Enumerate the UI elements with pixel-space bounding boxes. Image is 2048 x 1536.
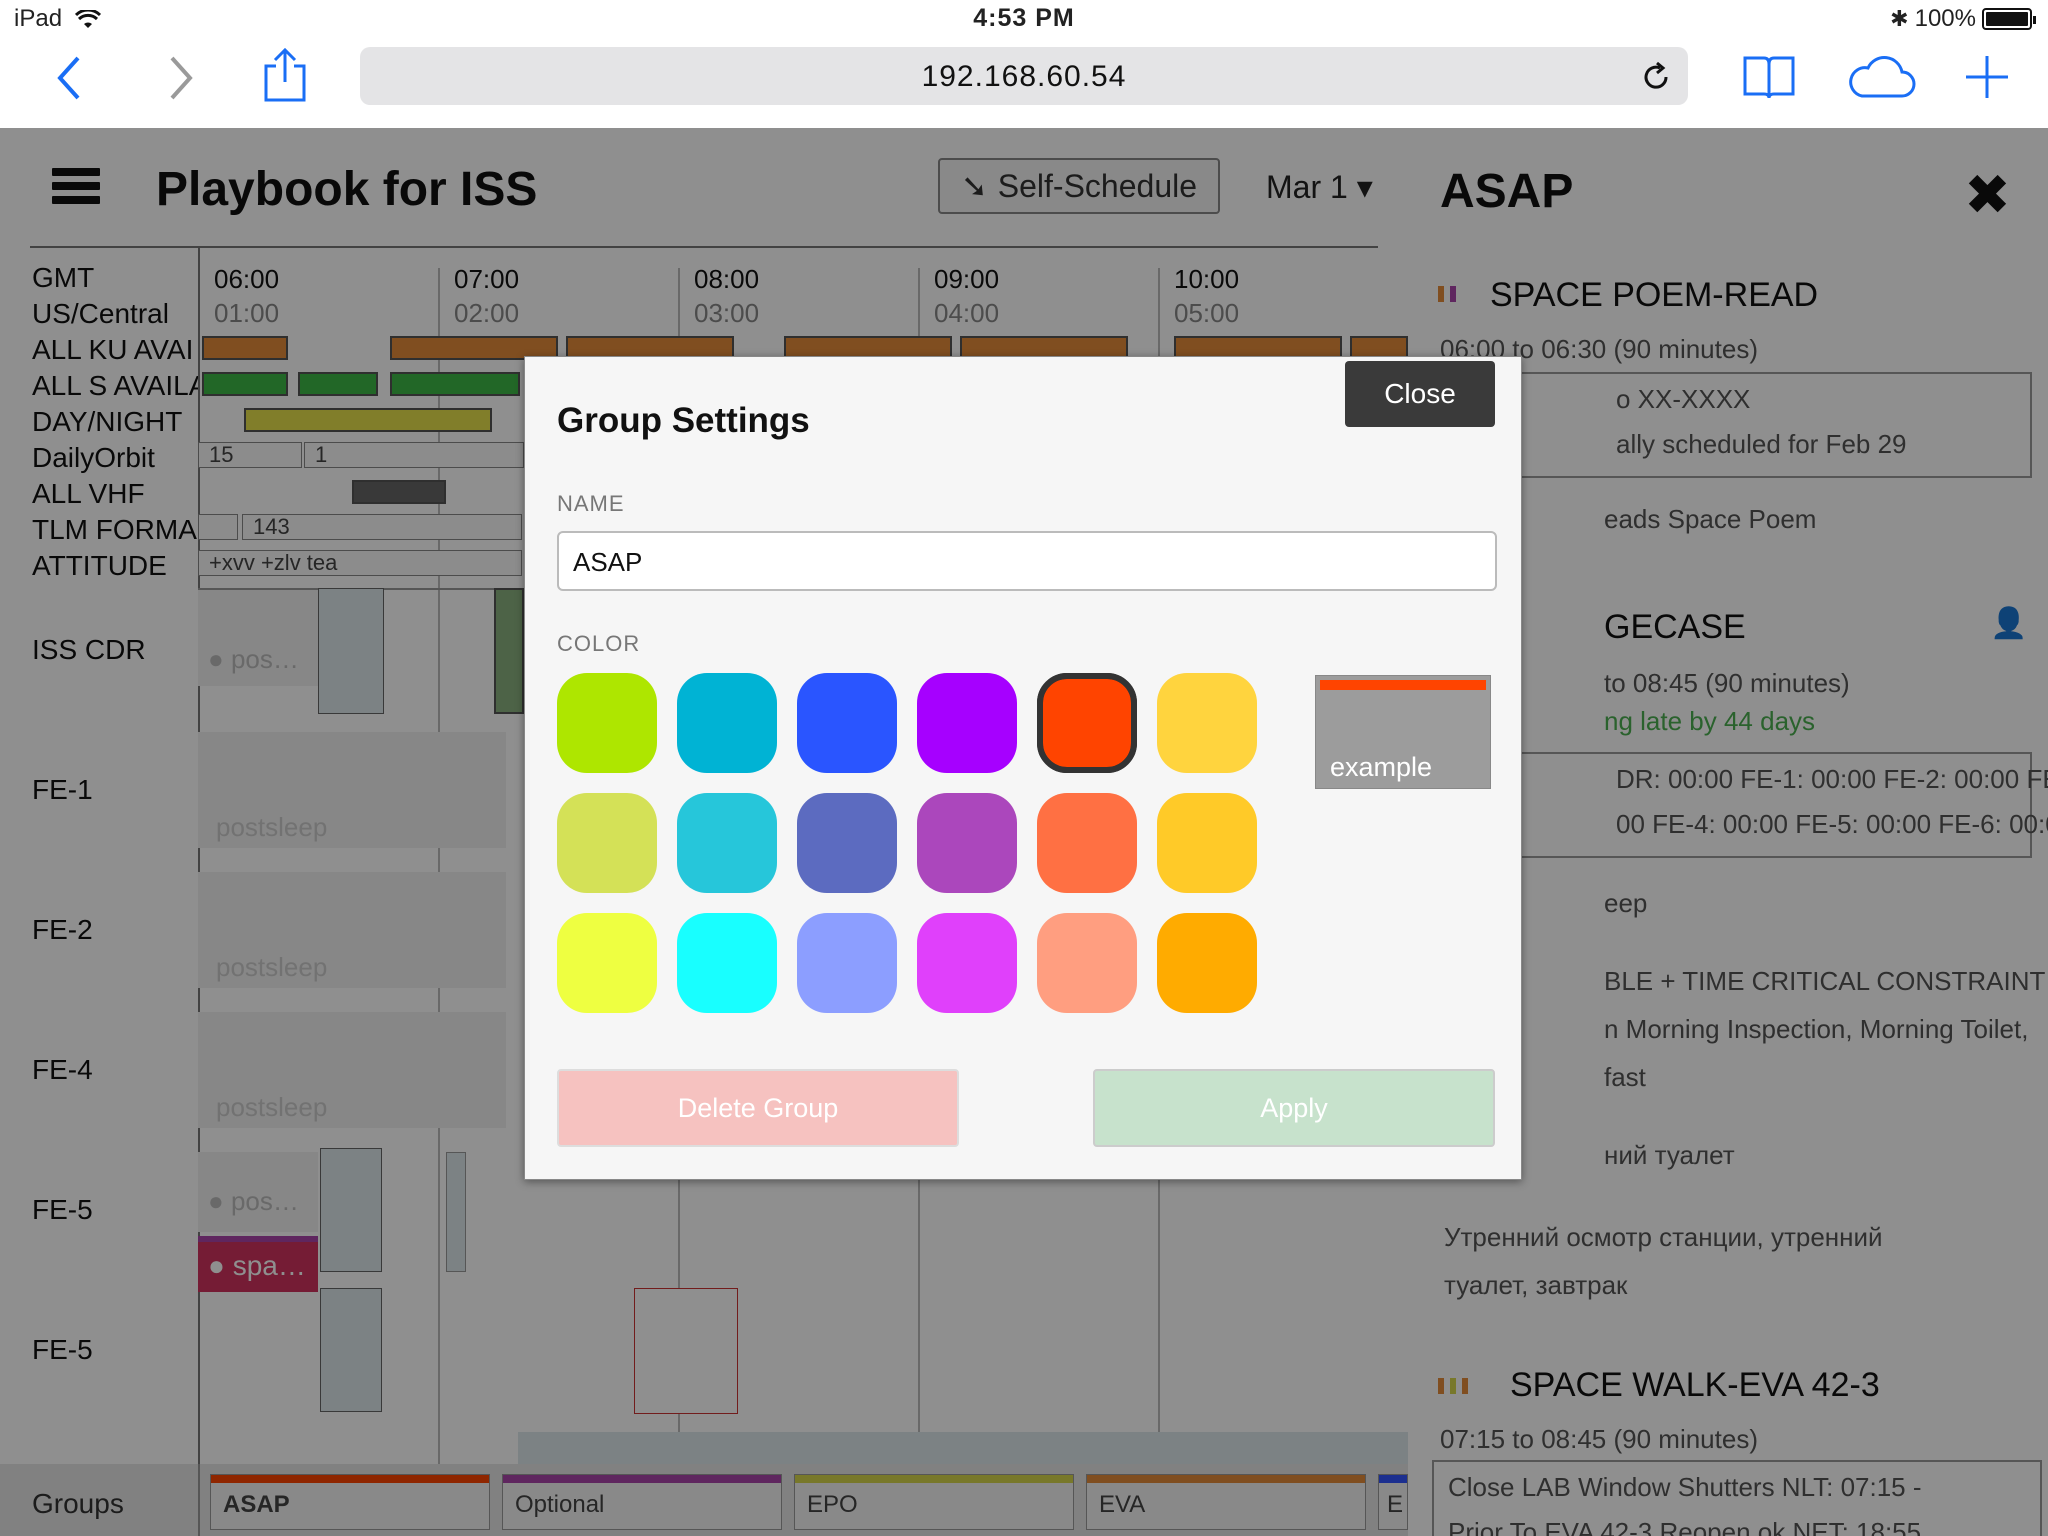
clock: 4:53 PM — [973, 4, 1075, 32]
dialog-title: Group Settings — [557, 401, 810, 440]
back-icon[interactable] — [54, 54, 84, 102]
color-preview: example — [1315, 675, 1491, 789]
status-bar: iPad 4:53 PM ✱ 100% — [0, 0, 2048, 40]
name-label: NAME — [557, 491, 625, 516]
color-swatch[interactable] — [1157, 793, 1257, 893]
color-swatch[interactable] — [1157, 913, 1257, 1013]
apply-button[interactable]: Apply — [1093, 1069, 1495, 1147]
color-swatch[interactable] — [917, 793, 1017, 893]
group-name-input[interactable]: ASAP — [557, 531, 1497, 591]
reload-icon[interactable] — [1640, 61, 1672, 93]
delete-group-button[interactable]: Delete Group — [557, 1069, 959, 1147]
bluetooth-icon: ✱ — [1890, 6, 1909, 31]
battery-icon — [1982, 8, 2036, 30]
color-swatch[interactable] — [1037, 913, 1137, 1013]
browser-toolbar: 192.168.60.54 — [0, 40, 2048, 128]
color-swatch[interactable] — [1157, 673, 1257, 773]
forward-icon[interactable] — [166, 54, 196, 102]
color-swatch[interactable] — [677, 793, 777, 893]
color-swatch[interactable] — [797, 913, 897, 1013]
color-swatch[interactable] — [917, 673, 1017, 773]
color-swatch[interactable] — [677, 913, 777, 1013]
color-swatch[interactable] — [1037, 793, 1137, 893]
preview-label: example — [1330, 752, 1433, 782]
close-button[interactable]: Close — [1345, 361, 1495, 427]
color-swatch[interactable] — [797, 793, 897, 893]
url-text: 192.168.60.54 — [921, 60, 1127, 93]
color-swatch[interactable] — [557, 673, 657, 773]
color-label: COLOR — [557, 631, 641, 656]
address-bar[interactable]: 192.168.60.54 — [360, 47, 1688, 105]
color-swatch[interactable] — [917, 913, 1017, 1013]
color-swatch[interactable] — [557, 913, 657, 1013]
battery-percent: 100% — [1914, 5, 1976, 32]
color-palette — [557, 673, 1277, 1013]
color-swatch[interactable] — [557, 793, 657, 893]
cloud-icon[interactable] — [1846, 54, 1916, 100]
preview-stripe — [1320, 680, 1486, 690]
color-swatch[interactable] — [797, 673, 897, 773]
bookmarks-icon[interactable] — [1742, 54, 1796, 102]
share-icon[interactable] — [262, 46, 308, 104]
group-settings-dialog: Group Settings Close NAME ASAP COLOR exa… — [524, 356, 1522, 1180]
color-swatch[interactable] — [1037, 673, 1137, 773]
color-swatch[interactable] — [677, 673, 777, 773]
new-tab-icon[interactable] — [1964, 54, 2010, 100]
